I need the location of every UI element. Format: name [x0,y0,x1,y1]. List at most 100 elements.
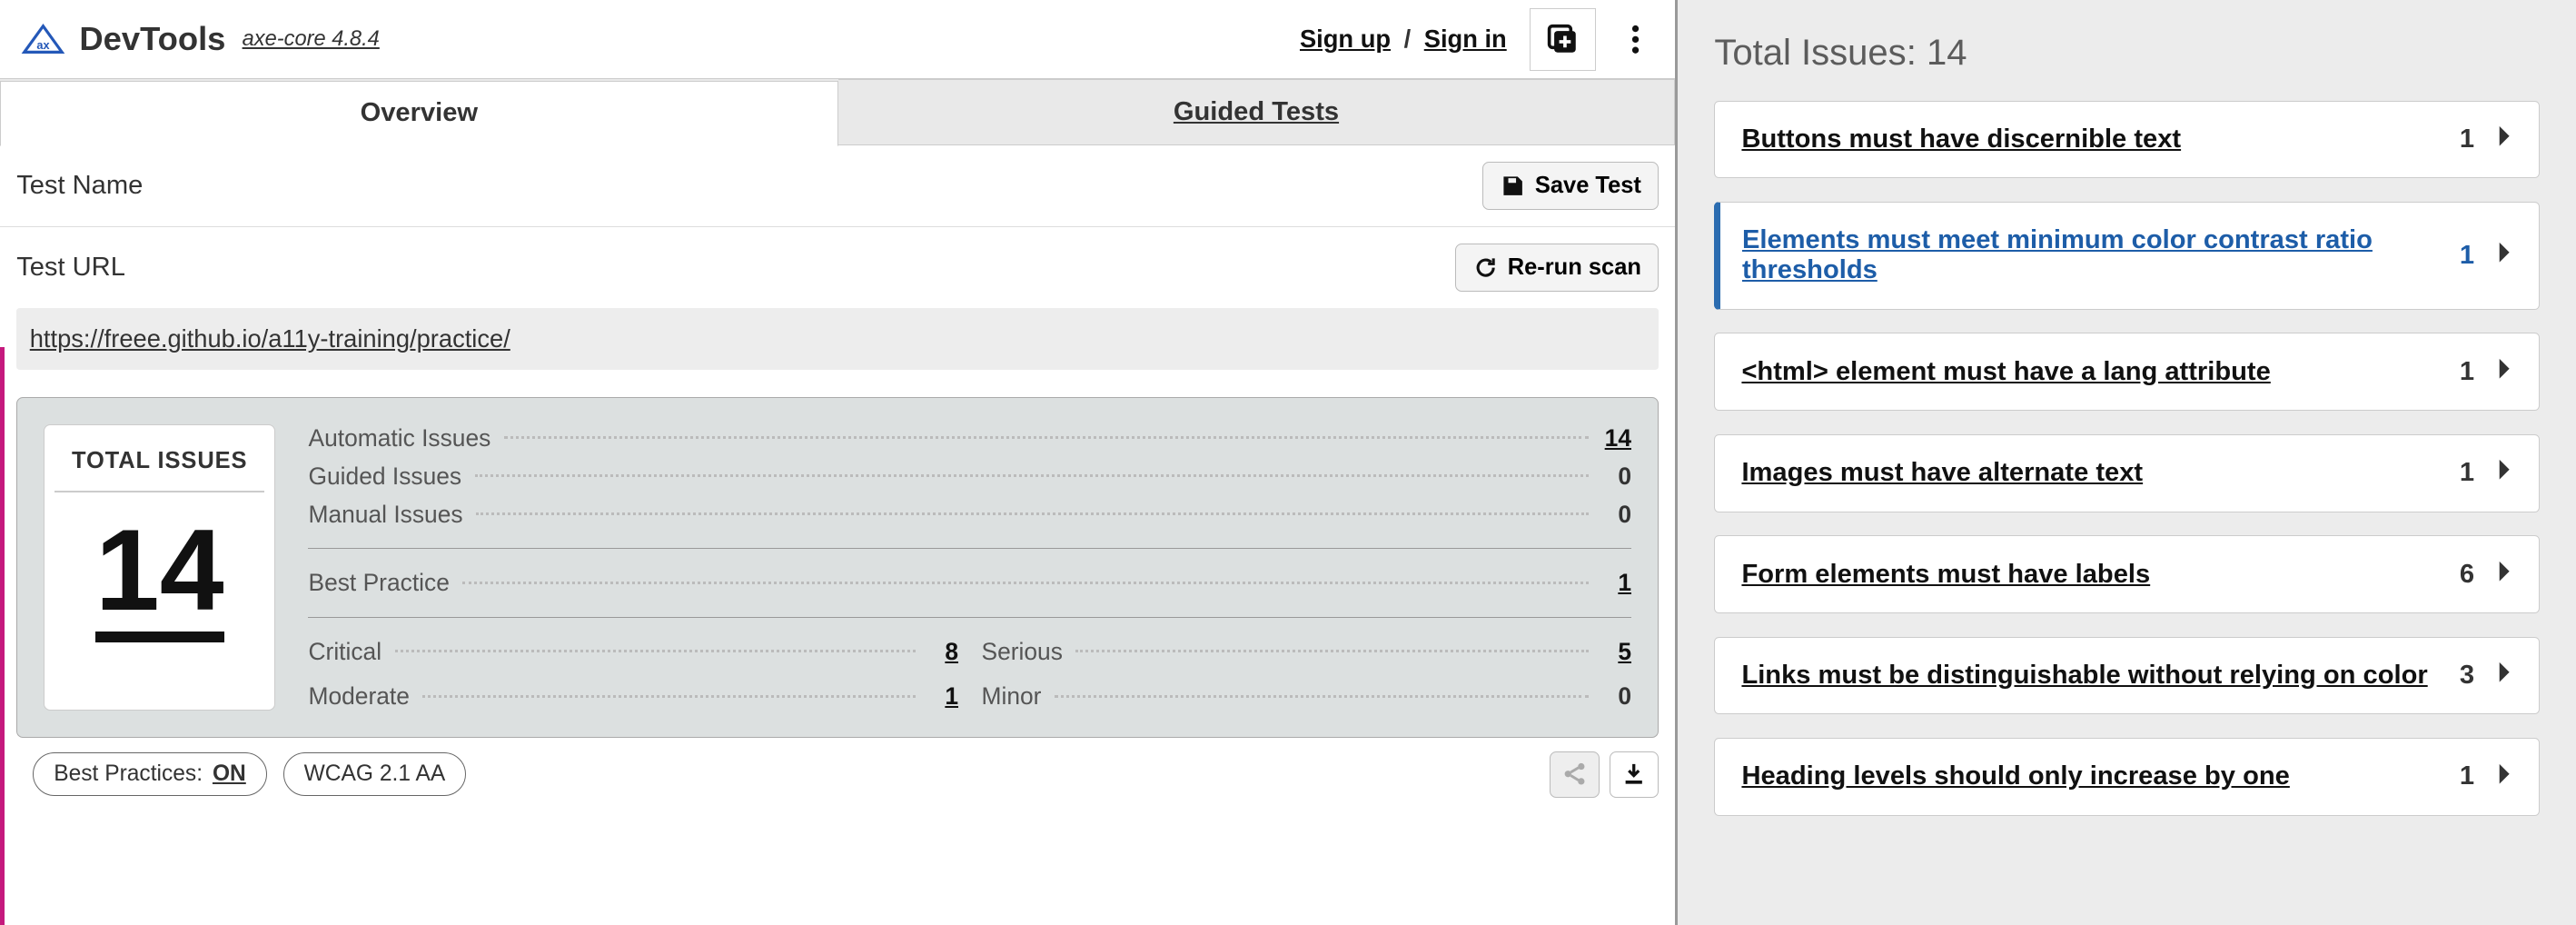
stat-label: Manual Issues [308,501,462,529]
stat-value-link[interactable]: 8 [945,638,958,665]
auth-separator: / [1404,25,1412,54]
best-practices-toggle-chip[interactable]: Best Practices: ON [33,752,266,796]
issue-count: 3 [2460,661,2474,691]
chevron-right-icon [2497,661,2512,690]
app-subtitle[interactable]: axe-core 4.8.4 [243,27,380,52]
stat-row: Critical 8 [308,638,958,666]
stat-row: Best Practice 1 [308,569,1631,597]
issue-title[interactable]: Elements must meet minimum color contras… [1742,225,2460,285]
issue-row[interactable]: Heading levels should only increase by o… [1714,738,2540,816]
issues-panel-title: Total Issues: 14 [1714,33,2540,74]
stats-column: Automatic Issues14Guided Issues0Manual I… [308,424,1631,711]
stat-label: Minor [981,682,1041,711]
save-test-button-label: Save Test [1535,173,1641,199]
stat-row: Guided Issues 0 [308,462,1631,491]
chevron-right-icon [2497,241,2512,270]
more-menu-button[interactable] [1610,8,1662,71]
axe-logo-icon: ax [20,21,66,57]
stat-value-link[interactable]: 5 [1618,638,1631,665]
add-page-button[interactable] [1530,8,1596,71]
left-panel: ax DevTools axe-core 4.8.4 Sign up / Sig… [0,0,1678,925]
total-issues-title: TOTAL ISSUES [54,448,264,474]
test-url-value: https://freee.github.io/a11y-training/pr… [16,308,1659,370]
stat-dots [1075,650,1588,652]
stat-label: Best Practice [308,569,449,597]
test-url-row: Test URL Re-run scan [0,227,1675,308]
stat-value[interactable]: 14 [1601,424,1631,453]
stat-value[interactable]: 1 [1601,569,1631,597]
issue-row[interactable]: Form elements must have labels 6 [1714,535,2540,613]
stat-row: Manual Issues 0 [308,501,1631,529]
stat-dots [1055,695,1589,698]
test-name-row: Test Name Save Test [0,145,1675,226]
stats-row-severity-2: Moderate 1 Minor 0 [308,682,1631,711]
stat-dots [462,582,1588,584]
best-practices-chip-value: ON [213,761,246,787]
issue-row[interactable]: Links must be distinguishable without re… [1714,637,2540,715]
stat-value: 0 [1601,462,1631,491]
stat-label: Serious [981,638,1062,666]
wcag-level-chip[interactable]: WCAG 2.1 AA [283,752,466,796]
save-test-button[interactable]: Save Test [1482,162,1659,210]
stat-value-link[interactable]: 14 [1605,424,1631,452]
issue-title[interactable]: Links must be distinguishable without re… [1741,661,2427,691]
stat-value-link[interactable]: 1 [945,682,958,710]
issue-row[interactable]: Images must have alternate text 1 [1714,434,2540,512]
issue-row[interactable]: <html> element must have a lang attribut… [1714,333,2540,411]
stat-row: Moderate 1 [308,682,958,711]
chevron-right-icon [2497,458,2512,487]
stat-dots [475,474,1589,477]
stat-label: Moderate [308,682,409,711]
stat-value: 0 [1601,501,1631,529]
issue-count: 1 [2460,357,2474,387]
stat-label: Guided Issues [308,462,461,491]
issue-title[interactable]: <html> element must have a lang attribut… [1741,357,2270,387]
issue-count: 1 [2460,124,2474,154]
issue-count: 1 [2460,458,2474,488]
tabs: Overview Guided Tests [0,79,1675,144]
issue-count: 6 [2460,560,2474,590]
chevron-right-icon [2497,762,2512,791]
stat-value[interactable]: 8 [928,638,958,666]
issue-row[interactable]: Elements must meet minimum color contras… [1714,202,2540,310]
rerun-scan-button-label: Re-run scan [1508,254,1641,281]
stat-label: Automatic Issues [308,424,490,453]
stat-row: Automatic Issues 14 [308,424,1631,453]
stat-value[interactable]: 5 [1601,638,1631,666]
tab-overview[interactable]: Overview [0,81,838,145]
tab-guided-tests[interactable]: Guided Tests [838,79,1676,144]
left-accent-bar [0,347,5,925]
chevron-right-icon [2497,357,2512,386]
stat-value-link[interactable]: 1 [1618,569,1631,596]
top-header: ax DevTools axe-core 4.8.4 Sign up / Sig… [0,0,1675,79]
sign-in-link[interactable]: Sign in [1424,25,1507,54]
issue-title[interactable]: Form elements must have labels [1741,560,2150,590]
stat-dots [422,695,915,698]
download-button[interactable] [1610,751,1660,798]
test-name-label: Test Name [16,171,1466,201]
filter-chips-row: Best Practices: ON WCAG 2.1 AA [0,751,1675,821]
chevron-right-icon [2497,560,2512,589]
issue-count: 1 [2460,761,2474,791]
issue-title[interactable]: Images must have alternate text [1741,458,2143,488]
rerun-scan-button[interactable]: Re-run scan [1455,244,1659,292]
test-url-label: Test URL [16,253,1439,283]
issues-panel: Total Issues: 14 Buttons must have disce… [1678,0,2576,925]
stat-value: 0 [1601,682,1631,711]
stat-dots [395,650,916,652]
stats-row-severity-1: Critical 8 Serious 5 [308,638,1631,666]
stats-group-issue-types: Automatic Issues14Guided Issues0Manual I… [308,424,1631,529]
auth-links: Sign up / Sign in [1300,25,1507,54]
issue-row[interactable]: Buttons must have discernible text 1 [1714,101,2540,179]
total-issues-number[interactable]: 14 [95,512,224,642]
sign-up-link[interactable]: Sign up [1300,25,1391,54]
test-url-link[interactable]: https://freee.github.io/a11y-training/pr… [30,324,510,353]
issue-title[interactable]: Buttons must have discernible text [1741,124,2181,154]
share-button[interactable] [1550,751,1600,798]
best-practices-chip-label: Best Practices: [54,761,203,787]
issue-title[interactable]: Heading levels should only increase by o… [1741,761,2289,791]
summary-card: TOTAL ISSUES 14 Automatic Issues 14 Guided… [16,397,1659,738]
stat-label: Critical [308,638,381,666]
stat-value[interactable]: 1 [928,682,958,711]
app-title: DevTools [79,20,225,58]
